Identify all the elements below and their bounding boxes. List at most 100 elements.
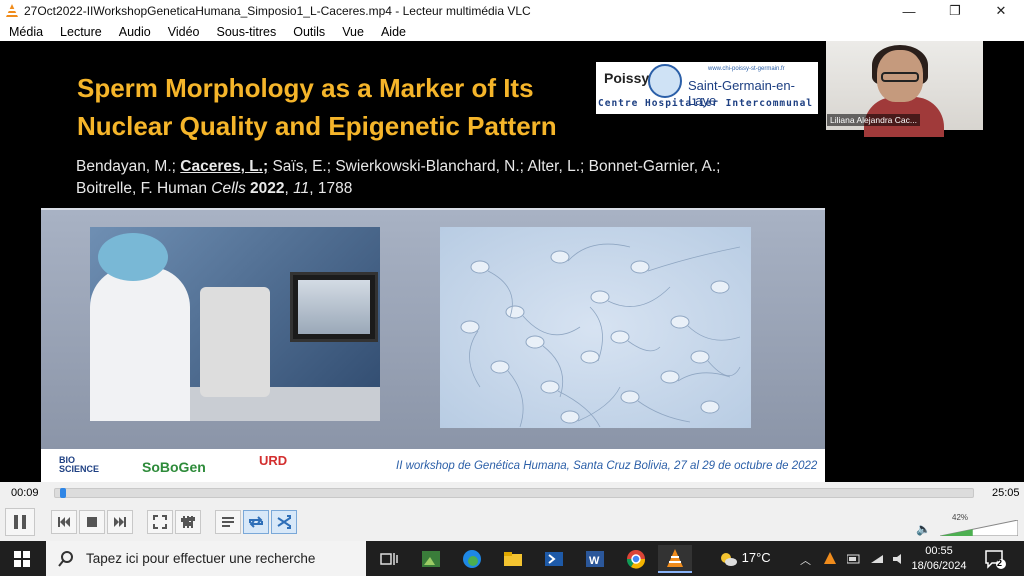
windows-logo-icon [14,550,30,567]
clock[interactable]: 00:55 18/06/2024 [908,544,970,574]
menu-lecture[interactable]: Lecture [60,25,102,39]
menu-bar: Média Lecture Audio Vidéo Sous-titres Ou… [0,22,1024,41]
volume-icon[interactable] [893,554,907,564]
menu-media[interactable]: Média [9,25,43,39]
word-icon: W [586,551,604,567]
svg-text:W: W [589,555,600,567]
taskbar-edge[interactable] [455,545,489,573]
maximize-button[interactable]: ❐ [932,0,978,22]
volume-slider[interactable] [940,520,1018,536]
fullscreen-icon [153,515,167,529]
speaker-name: Liliana Alejandra Cac... [827,114,920,126]
total-time: 25:05 [992,487,1020,499]
logo-poissy: Poissy [604,70,650,86]
author-highlight: Caceres, L.; [180,158,269,175]
logo-url: www.chi-poissy-st-germain.fr [708,66,785,72]
network-icon[interactable] [870,554,884,564]
hospital-logo: Poissy www.chi-poissy-st-germain.fr Sain… [596,62,818,114]
loop-icon [249,516,263,528]
vlc-tray-icon[interactable] [824,552,837,564]
player-controls: 🔈 42% [0,506,1024,541]
shuffle-button[interactable] [271,510,297,534]
battery-icon[interactable] [846,554,861,564]
sperm-cells-drawing [460,243,741,428]
taskbar-powershell[interactable] [537,545,571,573]
equalizer-icon [181,516,195,528]
journal-name: Cells [211,180,246,197]
menu-help[interactable]: Aide [381,25,406,39]
sobogen-logo: SoBoGen [142,459,206,475]
notification-count: 2 [997,558,1003,568]
menu-subtitles[interactable]: Sous-titres [216,25,276,39]
edge-icon [463,550,481,568]
vlc-cone-icon [667,549,683,567]
speaker-video: Liliana Alejandra Cac... [826,41,983,137]
next-icon [114,517,126,527]
close-button[interactable]: ✕ [978,0,1024,22]
window-titlebar: 27Oct2022-IIWorkshopGeneticaHumana_Simpo… [0,0,1024,22]
minimize-button[interactable]: — [886,0,932,22]
notifications-button[interactable]: 2 [984,549,1006,569]
authors-line2: Boitrelle, F. Human Cells 2022, 11, 1788 [76,180,353,197]
chrome-icon [626,550,646,569]
slide-title: Sperm Morphology as a Marker of Its Nucl… [77,69,557,145]
logo-chi: Centre Hospitalier Intercommunal [598,98,814,109]
sperm-micrograph [440,227,751,428]
taskbar-word[interactable]: W [578,545,612,573]
technician-image [90,267,190,421]
system-tray[interactable]: ︿ [800,552,907,568]
extended-settings-button[interactable] [175,510,201,534]
chevron-up-icon[interactable]: ︿ [800,555,811,567]
weather-icon [721,552,737,566]
previous-icon [58,517,70,527]
urd-logo: URD [259,453,288,468]
photos-icon [422,551,440,567]
weather-widget[interactable]: 17°C [718,550,771,567]
seek-handle[interactable] [60,488,67,498]
fullscreen-button[interactable] [147,510,173,534]
stop-button[interactable] [79,510,105,534]
pause-icon [14,515,26,529]
menu-audio[interactable]: Audio [119,25,151,39]
seek-bar[interactable] [54,488,974,498]
video-display[interactable]: Sperm Morphology as a Marker of Its Nucl… [0,41,1024,482]
previous-button[interactable] [51,510,77,534]
temperature: 17°C [741,550,771,565]
taskbar-photos[interactable] [414,545,448,573]
speaker-icon[interactable]: 🔈 [916,522,931,536]
menu-video[interactable]: Vidéo [168,25,200,39]
next-button[interactable] [107,510,133,534]
hospital-emblem-icon [648,64,682,98]
slide-footer: BIO SCIENCE SoBoGen URD II workshop de G… [41,449,825,482]
shuffle-icon [277,515,291,529]
search-icon [58,551,73,567]
microscope-image [200,287,270,397]
taskbar-vlc[interactable] [658,545,692,573]
current-time: 00:09 [11,487,39,499]
menu-tools[interactable]: Outils [293,25,325,39]
playlist-button[interactable] [215,510,241,534]
start-button[interactable] [0,541,44,576]
slide-image-banner [41,208,825,449]
loop-button[interactable] [243,510,269,534]
speaker-glasses [881,72,919,82]
clock-date: 18/06/2024 [911,560,967,572]
window-title: 27Oct2022-IIWorkshopGeneticaHumana_Simpo… [24,4,531,18]
task-view-icon [380,553,398,565]
seek-area: 00:09 25:05 [0,482,1024,506]
slide-authors: Bendayan, M.; Caceres, L.; Saïs, E.; Swi… [76,156,720,200]
taskbar-file-explorer[interactable] [496,545,530,573]
monitor-image [290,272,378,342]
menu-view[interactable]: Vue [342,25,364,39]
task-view-button[interactable] [372,545,406,573]
folder-icon [504,552,522,566]
taskbar-chrome[interactable] [619,545,653,573]
journal-volume: 11 [293,180,310,197]
pause-button[interactable] [5,508,35,536]
playlist-icon [222,517,234,527]
taskbar-search[interactable]: Tapez ici pour effectuer une recherche [46,541,366,576]
slide-title-line2: Nuclear Quality and Epigenetic Pattern [77,111,557,141]
clock-time: 00:55 [925,545,953,557]
windows-taskbar: Tapez ici pour effectuer une recherche W… [0,541,1024,576]
journal-year: 2022 [250,180,285,197]
